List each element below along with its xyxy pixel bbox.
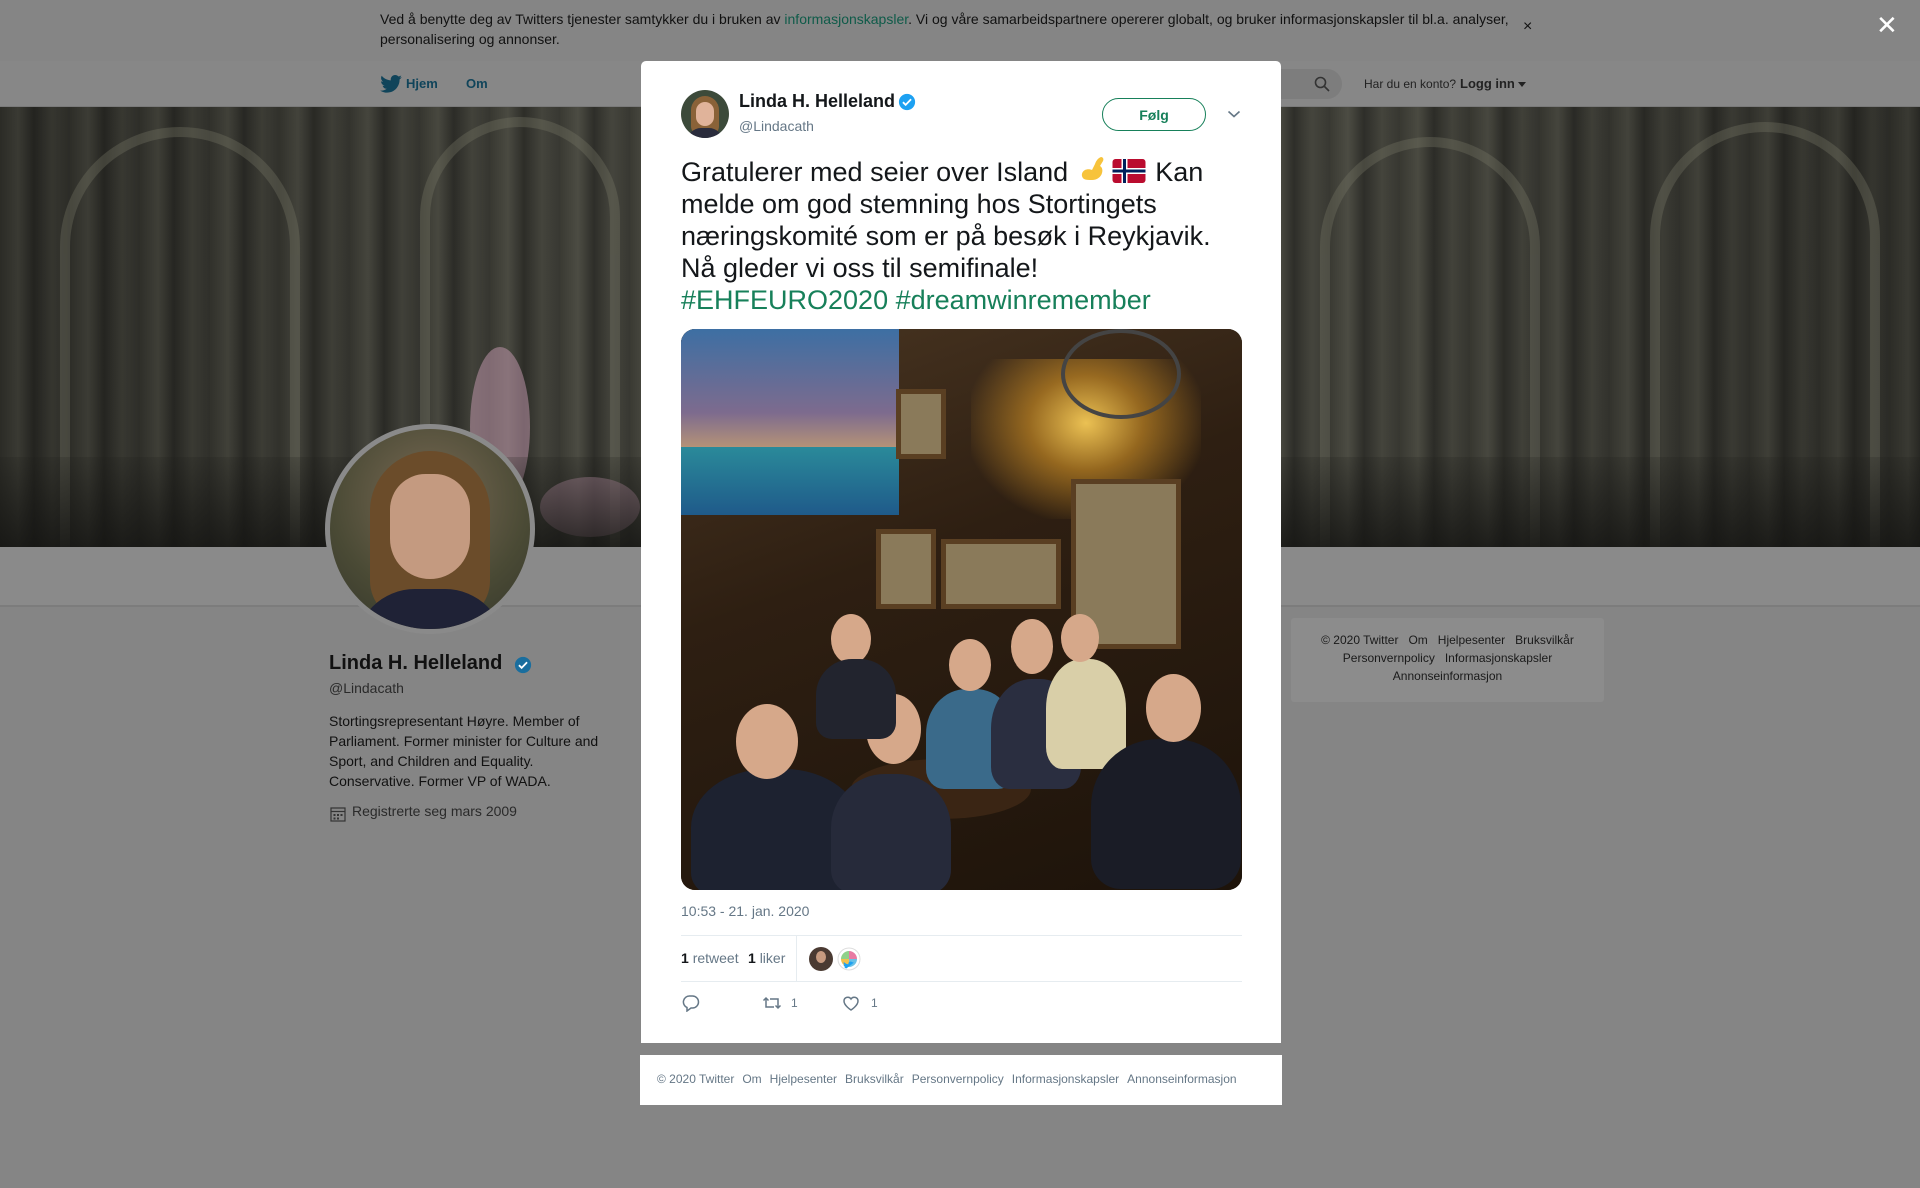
tweet-author-avatar[interactable] xyxy=(681,90,729,138)
likes-stat-count: 1 xyxy=(748,950,756,966)
cookie-banner-text: Ved å benytte deg av Twitters tjenester … xyxy=(380,9,1515,49)
verified-badge-icon xyxy=(898,93,916,111)
footer-help-link[interactable]: Hjelpesenter xyxy=(1438,633,1505,647)
cookie-close-button[interactable]: × xyxy=(1523,18,1532,36)
footer-about-link[interactable]: Om xyxy=(742,1072,761,1086)
close-modal-button[interactable]: ✕ xyxy=(1876,12,1898,38)
follow-button[interactable]: Følg xyxy=(1102,98,1206,131)
twitter-bird-icon[interactable] xyxy=(380,75,402,93)
login-link[interactable]: Logg inn xyxy=(1460,76,1515,91)
hashtag-ehfeuro2020[interactable]: #EHFEURO2020 xyxy=(681,285,888,315)
chevron-down-icon[interactable] xyxy=(1227,109,1241,119)
profile-joined-date: Registrerte seg mars 2009 xyxy=(352,803,517,819)
verified-badge-icon xyxy=(514,656,532,674)
footer-cookies-link[interactable]: Informasjonskapsler xyxy=(1445,651,1552,665)
cookie-banner: Ved å benytte deg av Twitters tjenester … xyxy=(0,0,1920,61)
sidebar-footer: © 2020 Twitter Om Hjelpesenter Bruksvilkår … xyxy=(1291,618,1604,702)
divider xyxy=(681,981,1242,982)
footer-copyright: © 2020 Twitter xyxy=(1321,633,1399,647)
liker-avatar[interactable] xyxy=(809,947,833,971)
tweet-text: Gratulerer med seier over Island Kan mel… xyxy=(681,155,1251,316)
likes-stat-label: liker xyxy=(759,950,786,966)
footer-ads-info-link[interactable]: Annonseinformasjon xyxy=(1393,669,1502,683)
caret-down-icon[interactable] xyxy=(1518,82,1526,87)
norway-flag-emoji-icon xyxy=(1112,159,1146,183)
like-count: 1 xyxy=(871,996,878,1010)
footer-ads-info-link[interactable]: Annonseinformasjon xyxy=(1127,1072,1236,1086)
tweet-timestamp[interactable]: 10:53 - 21. jan. 2020 xyxy=(681,903,809,919)
divider xyxy=(681,935,1242,936)
modal-footer: © 2020 Twitter Om Hjelpesenter Bruksvilkår P… xyxy=(640,1055,1282,1105)
retweet-count: 1 xyxy=(791,996,798,1010)
profile-bio: Stortingsrepresentant Høyre. Member of P… xyxy=(329,713,599,789)
footer-cookies-link[interactable]: Informasjonskapsler xyxy=(1012,1072,1119,1086)
search-icon[interactable] xyxy=(1314,76,1330,92)
cookie-text-start: Ved å benytte deg av Twitters tjenester … xyxy=(380,11,785,27)
profile-handle[interactable]: @Lindacath xyxy=(329,680,404,696)
profile-name[interactable]: Linda H. Helleland xyxy=(329,652,502,675)
tweet-modal: Linda H. Helleland @Lindacath Følg Gratu… xyxy=(641,61,1281,1043)
profile-avatar[interactable] xyxy=(325,424,535,634)
footer-about-link[interactable]: Om xyxy=(1408,633,1427,647)
nav-home-link[interactable]: Hjem xyxy=(406,76,438,91)
retweet-stat-count: 1 xyxy=(681,950,689,966)
retweet-stat-label: retweet xyxy=(692,950,739,966)
nav-about-link[interactable]: Om xyxy=(466,76,488,91)
footer-privacy-link[interactable]: Personvernpolicy xyxy=(912,1072,1004,1086)
footer-terms-link[interactable]: Bruksvilkår xyxy=(845,1072,904,1086)
retweet-icon[interactable] xyxy=(762,994,782,1012)
footer-privacy-link[interactable]: Personvernpolicy xyxy=(1343,651,1435,665)
retweeter-avatar[interactable] xyxy=(837,947,861,971)
hashtag-dreamwinremember[interactable]: #dreamwinremember xyxy=(896,285,1151,315)
footer-terms-link[interactable]: Bruksvilkår xyxy=(1515,633,1574,647)
tweet-text-part1: Gratulerer med seier over Island xyxy=(681,157,1069,187)
heart-icon[interactable] xyxy=(842,994,860,1012)
cookie-policy-link[interactable]: informasjonskapsler xyxy=(784,11,908,27)
flexed-biceps-emoji-icon xyxy=(1081,157,1104,180)
likes-stat[interactable]: 1 liker xyxy=(748,950,785,966)
tweet-author-handle[interactable]: @Lindacath xyxy=(739,118,814,134)
divider xyxy=(796,936,797,981)
footer-help-link[interactable]: Hjelpesenter xyxy=(770,1072,837,1086)
calendar-icon xyxy=(330,807,346,822)
retweet-stat[interactable]: 1 retweet xyxy=(681,950,739,966)
tweet-author-name[interactable]: Linda H. Helleland xyxy=(739,91,895,112)
reply-icon[interactable] xyxy=(682,994,700,1012)
footer-copyright: © 2020 Twitter xyxy=(657,1072,735,1086)
tweet-photo[interactable] xyxy=(681,329,1242,890)
account-prompt: Har du en konto? xyxy=(1364,77,1457,91)
